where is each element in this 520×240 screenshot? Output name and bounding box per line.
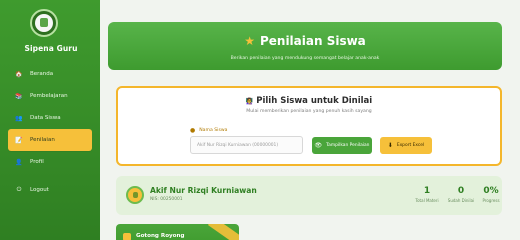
brand-title: Sipena Guru [24, 44, 78, 53]
student-select-title-text: Pilih Siswa untuk Dinilai [256, 96, 373, 106]
sidebar-item-pembelajaran[interactable]: 📚 Pembelajaran [8, 85, 92, 107]
stat-label: Sudah Dinilai [447, 198, 475, 203]
student-select-value: Akif Nur Rizqi Kurniawan (00000001) [197, 142, 279, 148]
sidebar-item-logout[interactable]: ⏻ Logout [8, 179, 92, 201]
sidebar-item-penilaian[interactable]: 📝 Penilaian [8, 129, 92, 151]
user-dot-icon: ● [190, 127, 196, 134]
stat-value: 0 [457, 186, 465, 196]
aspect-title: Gotong Royong [136, 233, 185, 239]
logo-icon [35, 14, 53, 32]
sidebar-item-label: Beranda [30, 71, 54, 77]
export-excel-button-label: Export Excel [396, 143, 425, 148]
student-nis: NIS: 00250001 [150, 197, 183, 202]
export-excel-button[interactable]: ⬇ Export Excel [380, 137, 432, 154]
clipboard-icon: 📝 [15, 136, 23, 144]
show-assessment-button[interactable]: 👁 Tampilkan Penilaian [312, 137, 372, 154]
stat-sudah-dinilai: 0 Sudah Dinilai [446, 186, 476, 203]
app: Sipena Guru 🏠 Beranda 📚 Pembelajaran 👥 D… [0, 0, 520, 240]
sidebar-item-label: Data Siswa [30, 115, 61, 121]
excel-icon: ⬇ [387, 142, 393, 149]
ribbon-icon [207, 224, 239, 240]
page-title: ★ Penilaian Siswa [108, 34, 502, 48]
aspect-card-gotong-royong[interactable]: Gotong Royong [116, 224, 239, 240]
eye-icon: 👁 [314, 142, 323, 149]
sidebar-item-label: Pembelajaran [30, 93, 68, 99]
logout-icon: ⏻ [16, 186, 22, 193]
student-summary-card: Akif Nur Rizqi Kurniawan NIS: 00250001 1… [116, 176, 502, 215]
student-name: Akif Nur Rizqi Kurniawan [150, 186, 257, 195]
student-select-input[interactable]: Akif Nur Rizqi Kurniawan (00000001) [190, 136, 303, 154]
logo [30, 9, 58, 37]
page-title-text: Penilaian Siswa [259, 34, 366, 48]
user-icon: 👤 [15, 158, 23, 166]
aspect-icon [123, 233, 131, 240]
sidebar-item-data-siswa[interactable]: 👥 Data Siswa [8, 107, 92, 129]
show-assessment-button-label: Tampilkan Penilaian [326, 143, 370, 148]
users-icon: 👥 [15, 114, 23, 122]
student-name-label: ● Nama Siswa [190, 127, 227, 134]
sidebar-item-beranda[interactable]: 🏠 Beranda [8, 63, 92, 85]
teacher-icon: 👩‍🏫 [245, 98, 254, 105]
star-icon: ★ [244, 34, 255, 48]
page-subtitle: Berikan penilaian yang mendukung semanga… [230, 56, 380, 61]
student-avatar [126, 186, 144, 204]
stat-value: 1 [423, 186, 431, 196]
stat-total-materi: 1 Total Materi [412, 186, 442, 203]
stat-value: 0% [483, 186, 499, 196]
book-icon: 📚 [15, 92, 23, 100]
sidebar-item-profil[interactable]: 👤 Profil [8, 151, 92, 173]
hero-banner: ★ Penilaian Siswa Berikan penilaian yang … [108, 22, 502, 70]
student-select-subtitle: Mulai memberikan penilaian yang penuh ka… [246, 109, 372, 114]
stat-label: Progress [482, 198, 500, 203]
student-name-label-text: Nama Siswa [199, 128, 228, 133]
sidebar-item-label: Profil [30, 159, 44, 165]
home-icon: 🏠 [15, 70, 23, 78]
sidebar-nav: 🏠 Beranda 📚 Pembelajaran 👥 Data Siswa 📝 … [8, 63, 92, 201]
sidebar-item-label: Logout [30, 187, 49, 193]
student-select-card: 👩‍🏫 Pilih Siswa untuk Dinilai Mulai memb… [116, 86, 502, 166]
sidebar-item-label: Penilaian [30, 137, 55, 143]
stat-progress: 0% Progress [476, 186, 506, 203]
stat-label: Total Materi [415, 198, 439, 203]
student-select-title: 👩‍🏫 Pilih Siswa untuk Dinilai [118, 96, 500, 106]
sidebar: Sipena Guru 🏠 Beranda 📚 Pembelajaran 👥 D… [0, 0, 100, 240]
